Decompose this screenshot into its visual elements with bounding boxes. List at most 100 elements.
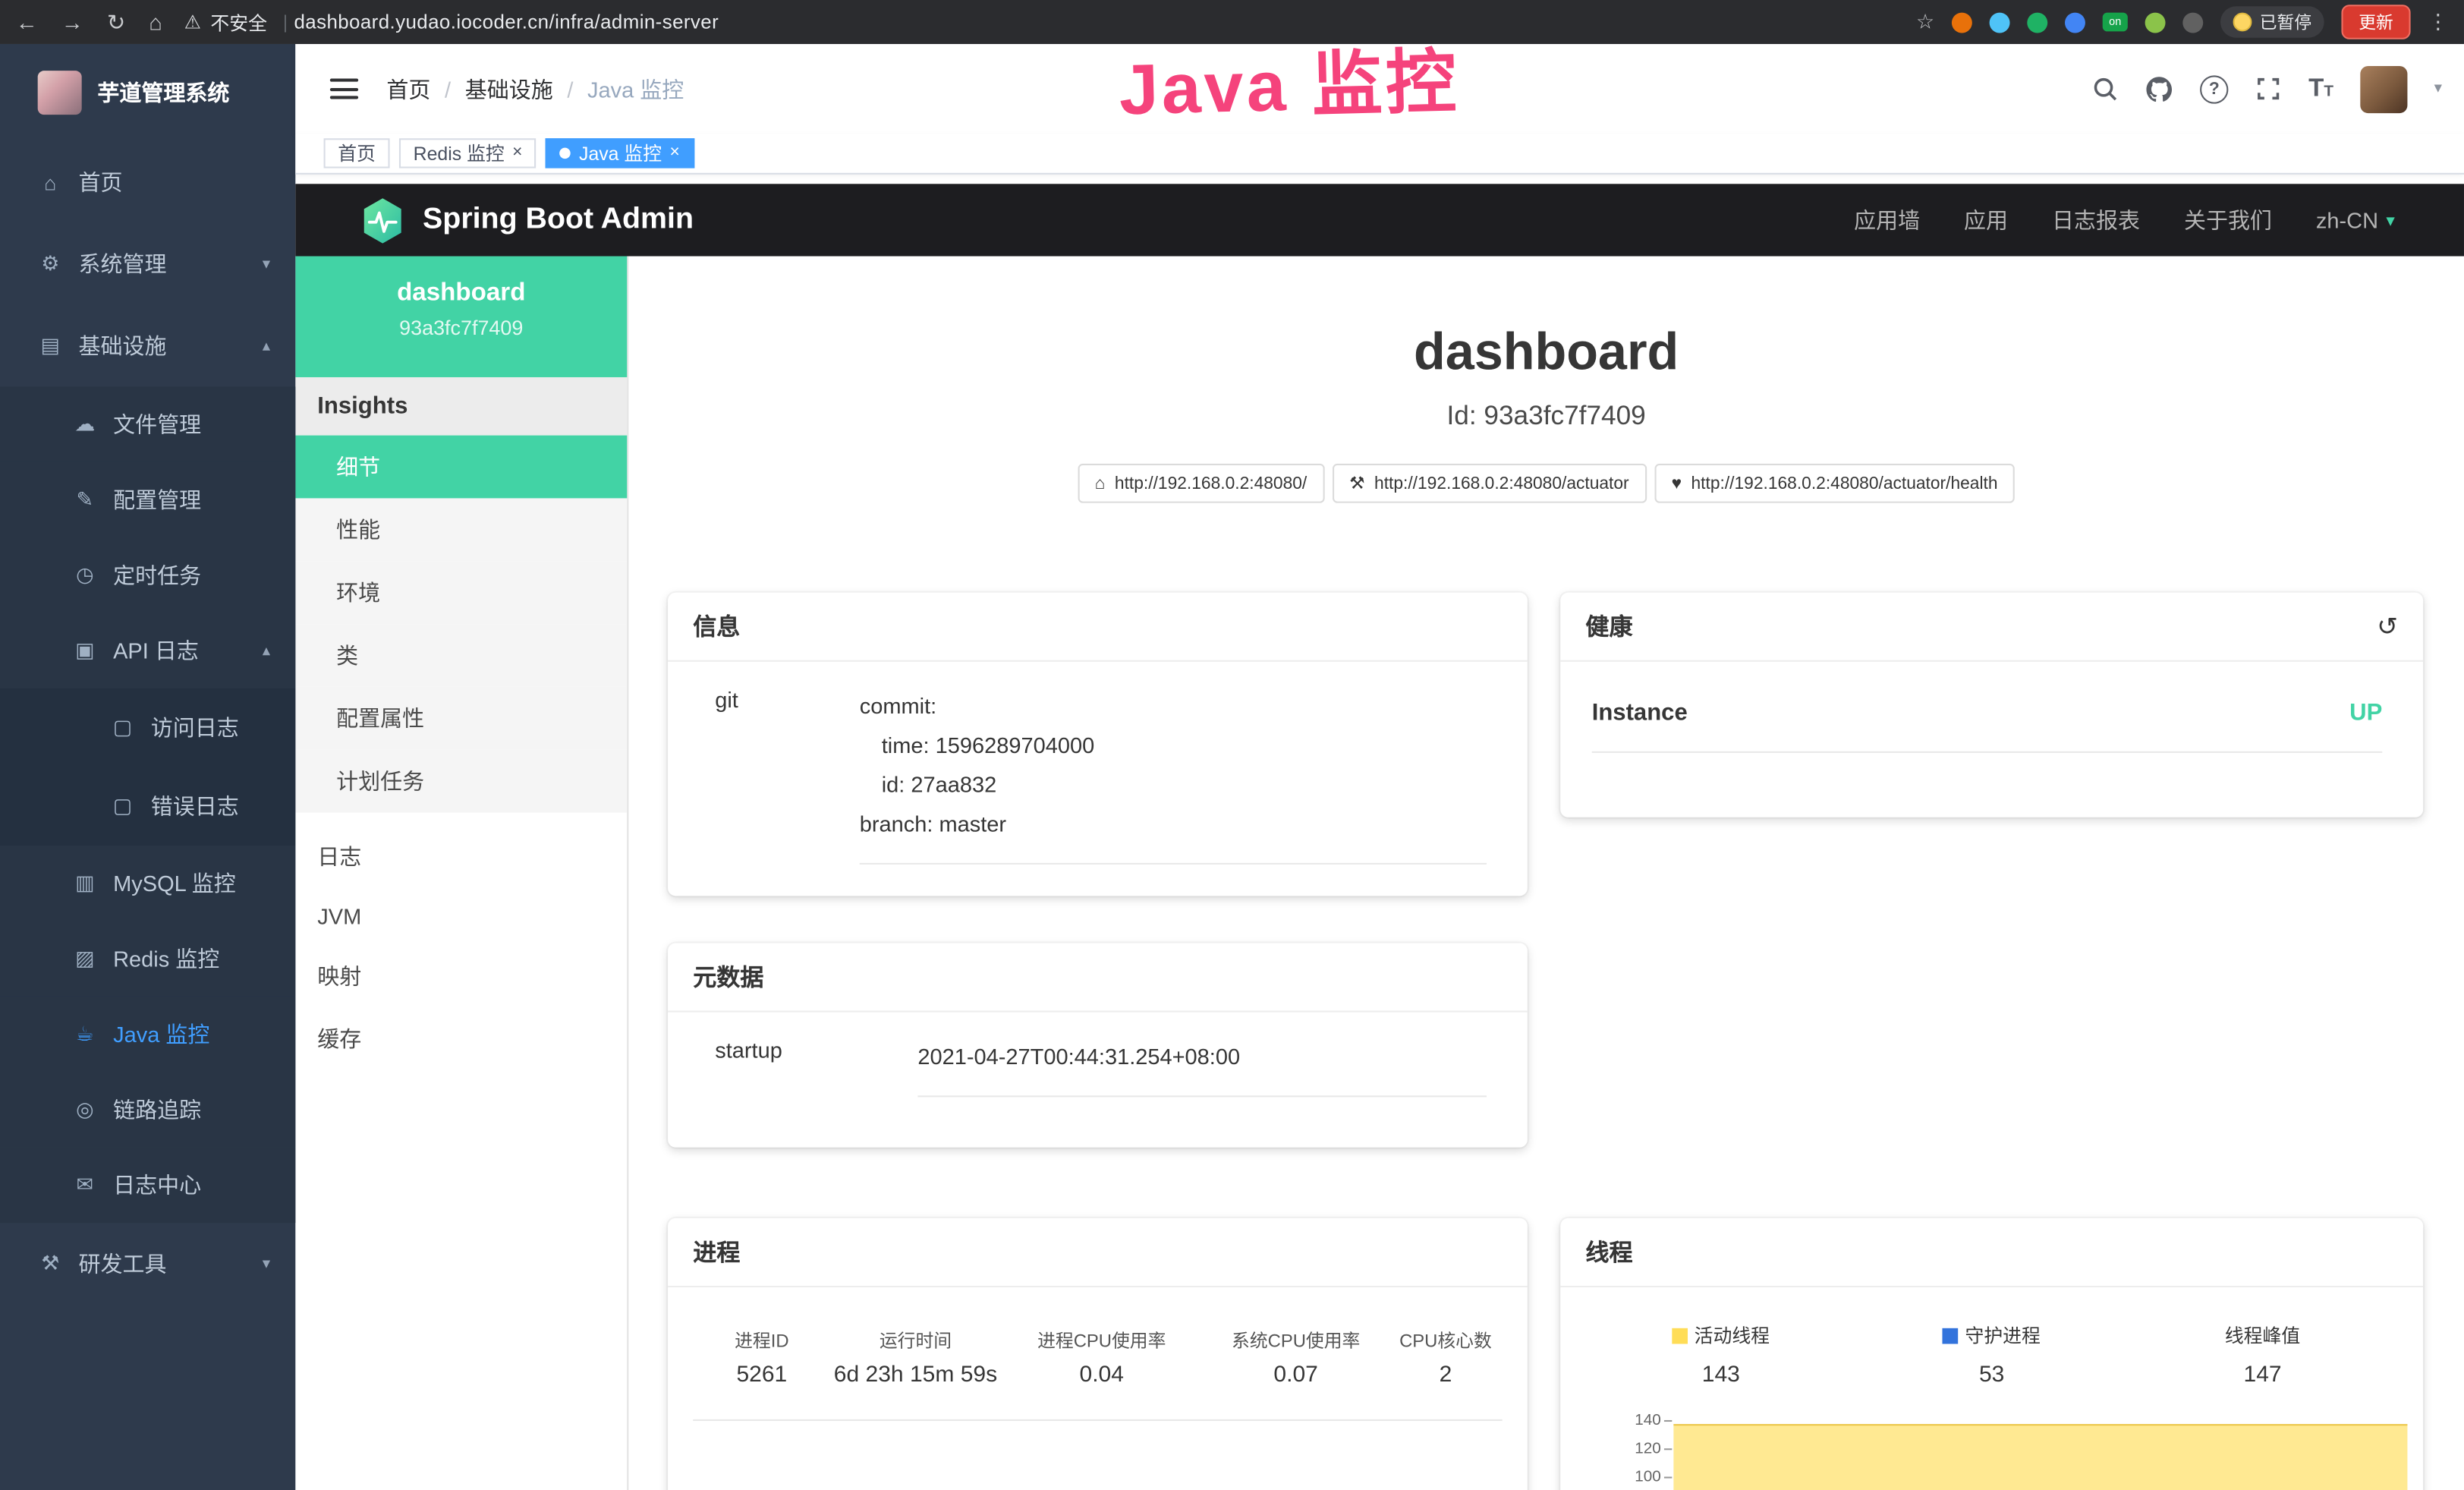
legend-swatch-blue: [1943, 1328, 1959, 1344]
sidebar-item-tracing[interactable]: ◎ 链路追踪: [0, 1072, 295, 1147]
sba-item-details[interactable]: 细节: [295, 436, 627, 499]
help-icon[interactable]: ?: [2200, 74, 2228, 102]
info-key: git: [693, 687, 860, 865]
sidebar-item-dev-tools[interactable]: ⚒ 研发工具 ▾: [0, 1223, 295, 1305]
actuator-url-button[interactable]: ⚒ http://192.168.0.2:48080/actuator: [1332, 464, 1646, 503]
avatar-caret-icon[interactable]: ▾: [2434, 80, 2442, 98]
sba-nav-wall[interactable]: 应用墙: [1854, 204, 1920, 235]
paused-pill[interactable]: 已暂停: [2220, 6, 2324, 37]
sba-item-config-props[interactable]: 配置属性: [295, 687, 627, 750]
extension-icon-2[interactable]: [1990, 12, 2010, 33]
tags-view: 首页 Redis 监控 × Java 监控 ×: [295, 134, 2464, 175]
sba-item-mappings[interactable]: 映射: [295, 945, 627, 1008]
sidebar-item-config-manage[interactable]: ✎ 配置管理: [0, 462, 295, 537]
chevron-down-icon: ▾: [2386, 209, 2394, 230]
sba-navbar: Spring Boot Admin 应用墙 应用 日志报表 关于我们 zh-CN…: [295, 184, 2464, 256]
sba-brand[interactable]: Spring Boot Admin: [295, 196, 694, 244]
tag-java-monitor[interactable]: Java 监控 ×: [546, 138, 694, 168]
app-logo-row[interactable]: 芋道管理系统: [0, 44, 295, 141]
font-size-icon[interactable]: TT: [2308, 78, 2333, 100]
sidebar-item-system[interactable]: ⚙ 系统管理 ▾: [0, 223, 295, 305]
menu-fold-icon[interactable]: [330, 79, 358, 99]
process-card-title: 进程: [668, 1218, 1528, 1287]
sba-item-caches[interactable]: 缓存: [295, 1007, 627, 1070]
process-headers: 进程ID 运行时间 进程CPU使用率 系统CPU使用率 CPU核心数: [693, 1328, 1502, 1353]
health-url-button[interactable]: ♥ http://192.168.0.2:48080/actuator/heal…: [1654, 464, 2016, 503]
annotation-java-monitor: Java 监控: [1118, 24, 1461, 135]
user-avatar[interactable]: [2360, 65, 2407, 112]
extension-icon-3[interactable]: [2027, 12, 2047, 33]
sidebar-item-java-monitor[interactable]: ☕ Java 监控: [0, 997, 295, 1072]
back-icon[interactable]: ←: [16, 8, 38, 35]
sba-item-jvm[interactable]: JVM: [295, 888, 627, 945]
sidebar-item-error-log[interactable]: ▢ 错误日志: [0, 767, 295, 846]
legend-peak-threads: 线程峰值 147: [2127, 1322, 2398, 1388]
extension-icon-1[interactable]: [1952, 12, 1972, 33]
extension-puzzle-icon[interactable]: [2182, 12, 2203, 33]
sidebar-item-label: 定时任务: [113, 559, 201, 591]
sidebar-item-scheduled-jobs[interactable]: ◷ 定时任务: [0, 537, 295, 613]
reload-icon[interactable]: ↻: [107, 8, 125, 35]
sba-nav-applications[interactable]: 应用: [1964, 204, 2008, 235]
tag-label: 首页: [338, 140, 376, 166]
fullscreen-icon[interactable]: [2255, 75, 2282, 102]
forward-icon[interactable]: →: [61, 8, 83, 35]
extension-icon-5[interactable]: [2145, 12, 2166, 33]
sidebar-item-infrastructure[interactable]: ▤ 基础设施 ▴: [0, 305, 295, 387]
sba-locale-select[interactable]: zh-CN ▾: [2316, 207, 2395, 232]
sba-item-classes[interactable]: 类: [295, 624, 627, 687]
github-icon[interactable]: [2145, 74, 2173, 102]
legend-label: 守护进程: [1965, 1325, 2040, 1347]
url-bar[interactable]: dashboard.yudao.iocoder.cn/infra/admin-s…: [294, 11, 719, 33]
sidebar-item-log-center[interactable]: ✉ 日志中心: [0, 1148, 295, 1223]
browser-menu-icon[interactable]: ⋮: [2428, 9, 2448, 34]
sba-nav-about[interactable]: 关于我们: [2184, 204, 2272, 235]
process-header-uptime: 运行时间: [831, 1328, 1001, 1353]
sidebar-item-access-log[interactable]: ▢ 访问日志: [0, 688, 295, 767]
health-instance-label: Instance: [1592, 699, 1688, 726]
close-icon[interactable]: ×: [669, 145, 679, 162]
browser-home-icon[interactable]: ⌂: [149, 8, 162, 35]
git-time-line: time: 1596289704000: [860, 726, 1487, 766]
metadata-key: startup: [693, 1038, 917, 1098]
sba-item-performance[interactable]: 性能: [295, 498, 627, 561]
sba-item-environment[interactable]: 环境: [295, 561, 627, 624]
extension-on-badge[interactable]: on: [2103, 13, 2128, 32]
history-icon[interactable]: ↺: [2377, 610, 2398, 641]
site-security[interactable]: ⚠ 不安全 |: [184, 8, 294, 35]
sidebar-item-redis-monitor[interactable]: ▨ Redis 监控: [0, 921, 295, 996]
tag-home[interactable]: 首页: [324, 138, 390, 168]
git-branch-line: branch: master: [860, 805, 1487, 844]
app-logo: [38, 71, 82, 115]
screen: ← → ↻ ⌂ ⚠ 不安全 | dashboard.yudao.iocoder.…: [0, 0, 2464, 1490]
health-instance-row[interactable]: Instance UP: [1592, 699, 2383, 752]
threads-card: 线程 活动线程 143 守护进程 53 线程峰值 147 140 120 100: [1560, 1218, 2423, 1490]
sidebar-item-label: Redis 监控: [113, 943, 219, 974]
sba-nav-journal[interactable]: 日志报表: [2052, 204, 2140, 235]
service-url-button[interactable]: ⌂ http://192.168.0.2:48080/: [1078, 464, 1324, 503]
breadcrumb-separator: /: [567, 76, 573, 101]
sidebar-item-mysql-monitor[interactable]: ▥ MySQL 监控: [0, 846, 295, 921]
search-icon[interactable]: [2091, 75, 2118, 102]
process-header-cpu-cores: CPU核心数: [1389, 1328, 1502, 1353]
close-icon[interactable]: ×: [512, 145, 522, 162]
sba-instance-header[interactable]: dashboard 93a3fc7f7409: [295, 257, 627, 377]
breadcrumb-infrastructure[interactable]: 基础设施: [465, 73, 553, 104]
app-sidebar: 芋道管理系统 ⌂ 首页 ⚙ 系统管理 ▾ ▤ 基础设施 ▴ ☁ 文件管理 ✎ 配…: [0, 44, 295, 1490]
sba-section-insights: Insights: [295, 377, 627, 436]
sba-item-logs[interactable]: 日志: [295, 825, 627, 888]
header-actions: ? TT ▾: [2091, 65, 2464, 112]
extension-icon-4[interactable]: [2065, 12, 2085, 33]
sba-item-scheduled-tasks[interactable]: 计划任务: [295, 750, 627, 813]
sidebar-item-file-manage[interactable]: ☁ 文件管理: [0, 386, 295, 461]
process-header-process-cpu: 进程CPU使用率: [1000, 1328, 1203, 1353]
tag-redis-monitor[interactable]: Redis 监控 ×: [399, 138, 537, 168]
edit-icon: ✎: [72, 487, 97, 512]
threads-legend: 活动线程 143 守护进程 53 线程峰值 147: [1585, 1322, 2398, 1388]
breadcrumb-home[interactable]: 首页: [386, 73, 430, 104]
process-header-pid: 进程ID: [693, 1328, 830, 1353]
update-button[interactable]: 更新: [2341, 5, 2410, 39]
sidebar-item-home[interactable]: ⌂ 首页: [0, 141, 295, 223]
sidebar-item-api-log[interactable]: ▣ API 日志 ▴: [0, 613, 295, 688]
bookmark-star-icon[interactable]: ☆: [1916, 9, 1934, 34]
